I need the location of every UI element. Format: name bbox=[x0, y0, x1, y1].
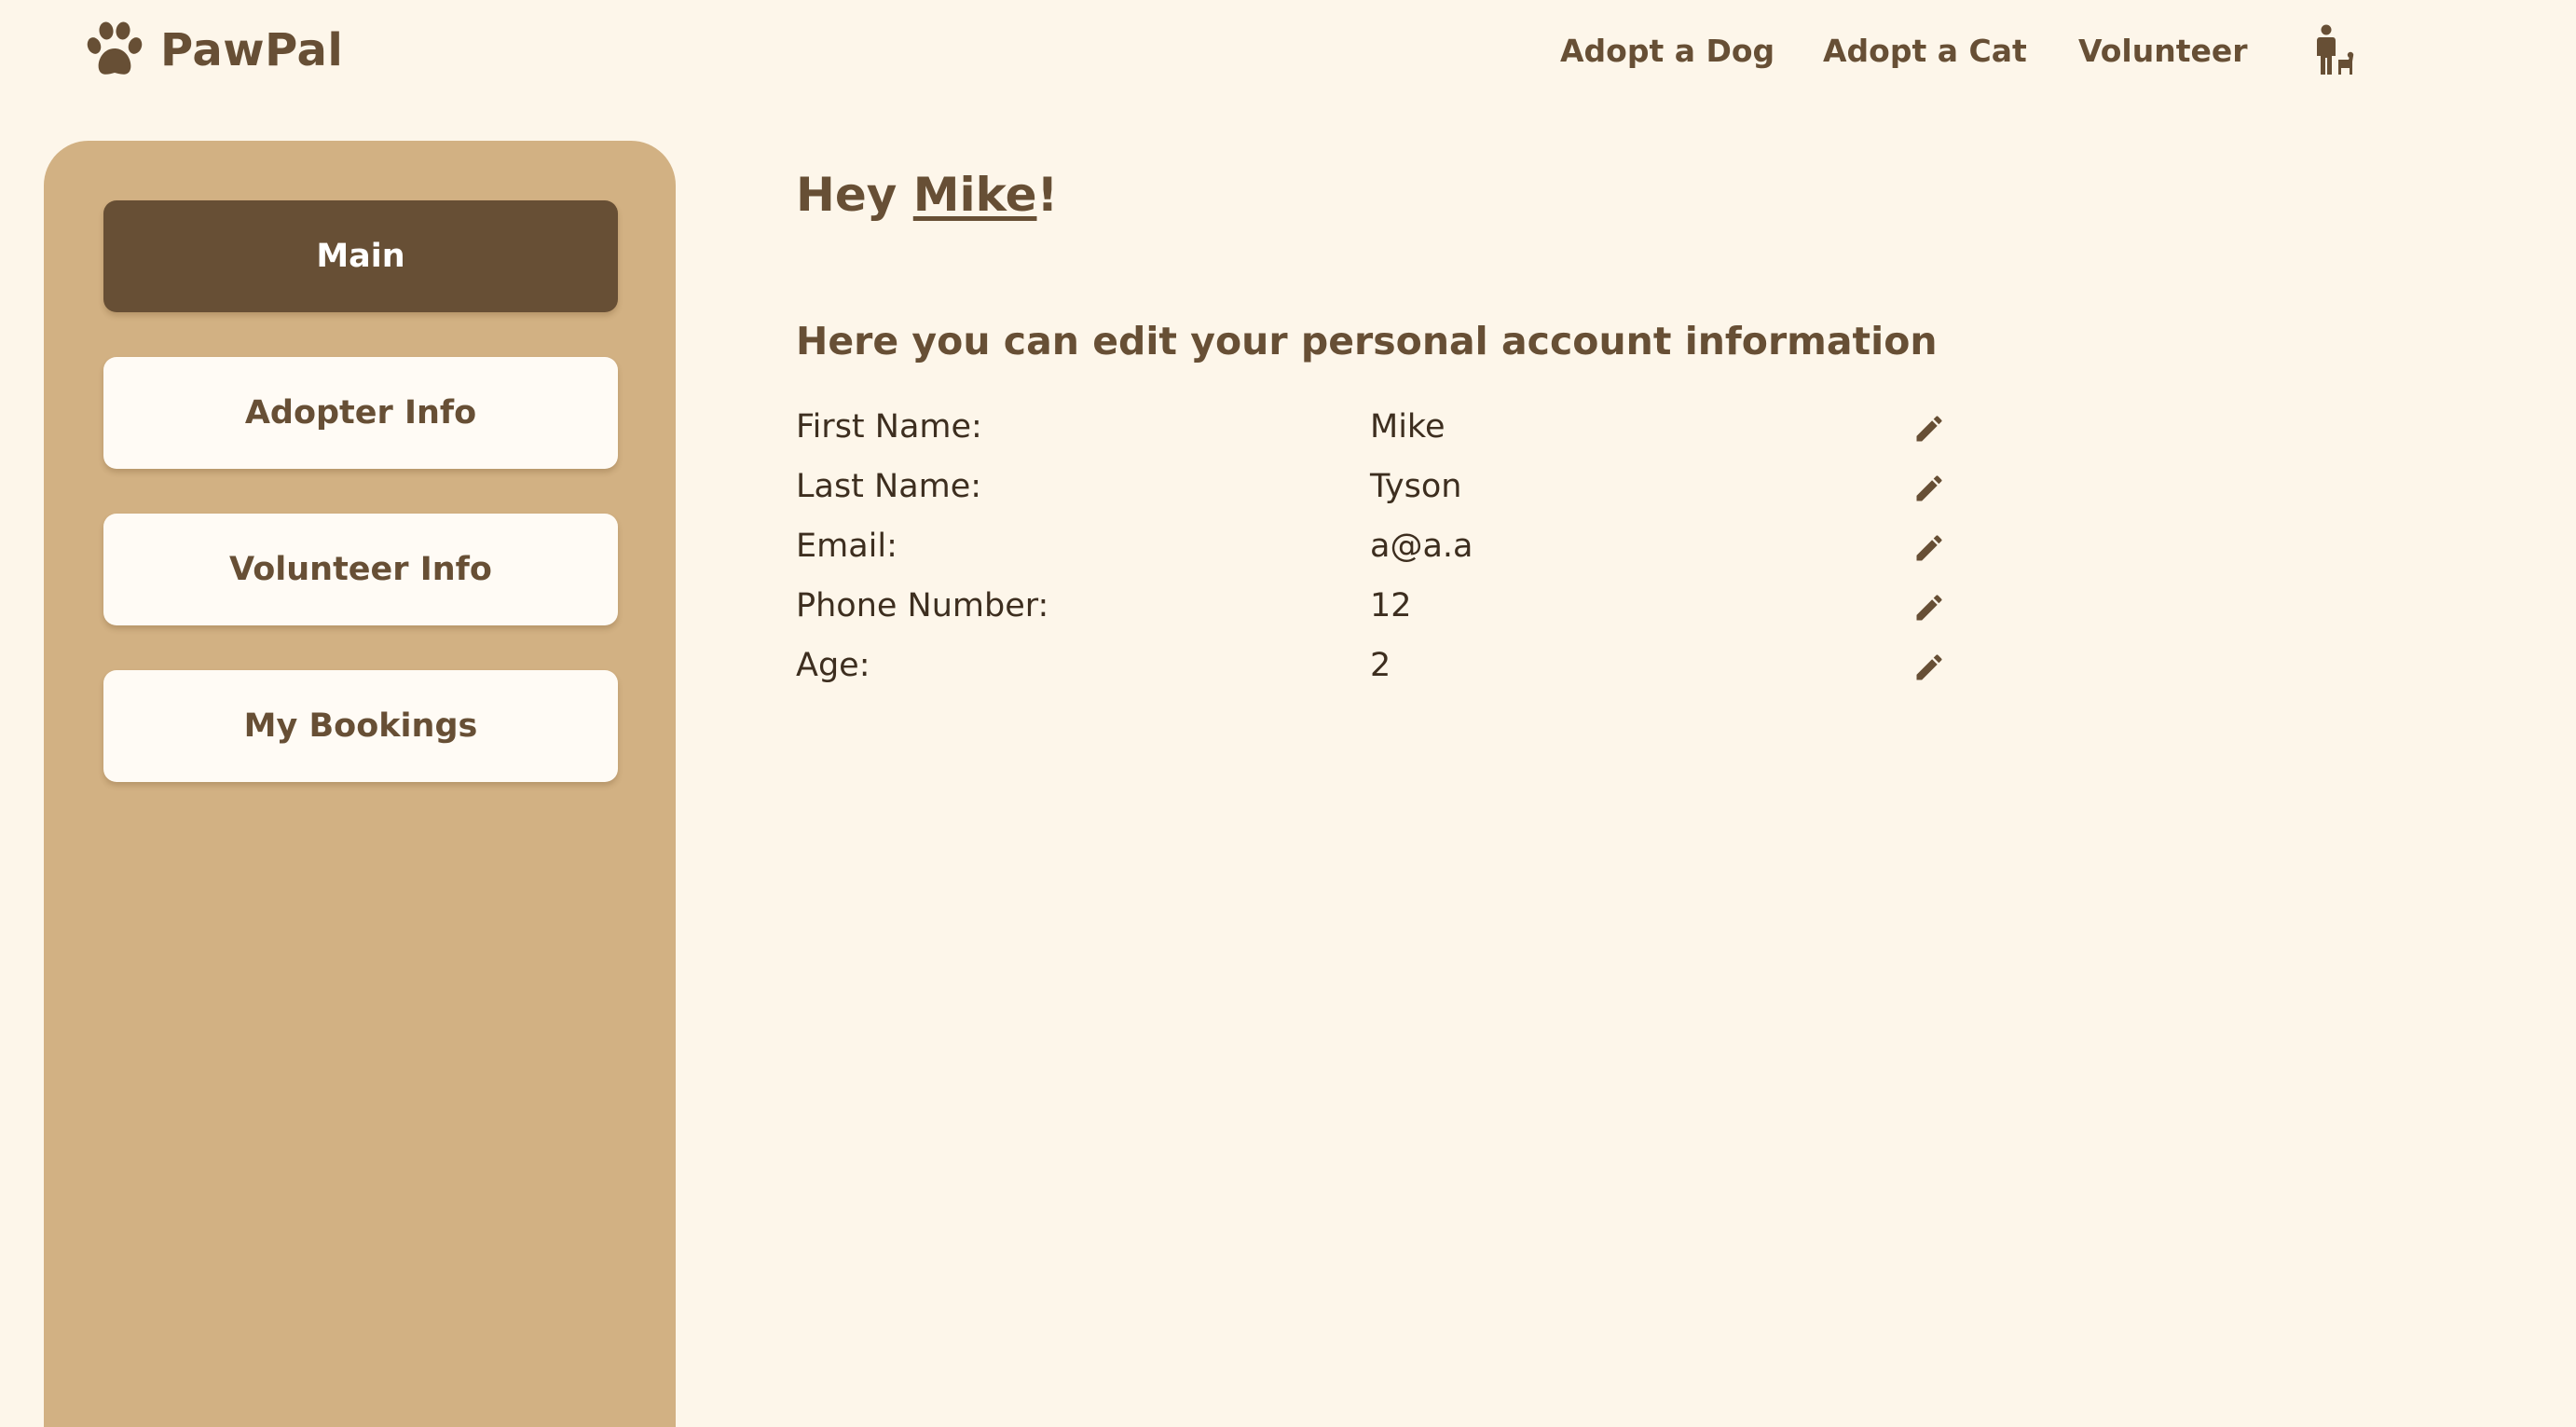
field-label: First Name: bbox=[796, 408, 982, 446]
user-name-link[interactable]: Mike bbox=[913, 168, 1037, 222]
brand-name: PawPal bbox=[160, 24, 344, 76]
field-row-age: Age: 2 bbox=[796, 641, 1952, 697]
sidebar-item-label: My Bookings bbox=[243, 707, 478, 745]
greeting-suffix: ! bbox=[1036, 168, 1059, 222]
pencil-icon[interactable] bbox=[1912, 531, 1946, 565]
field-value: Mike bbox=[1370, 408, 1446, 446]
field-row-first-name: First Name: Mike bbox=[796, 403, 1952, 459]
field-value: 12 bbox=[1370, 587, 1412, 624]
sidebar-item-label: Main bbox=[316, 238, 405, 275]
field-value: a@a.a bbox=[1370, 528, 1473, 565]
site-header: PawPal Adopt a Dog Adopt a Cat Volunteer bbox=[0, 0, 2576, 103]
nav-adopt-dog[interactable]: Adopt a Dog bbox=[1560, 28, 1774, 75]
pencil-icon[interactable] bbox=[1912, 651, 1946, 684]
sidebar-item-adopter-info[interactable]: Adopter Info bbox=[103, 357, 618, 469]
field-value: Tyson bbox=[1370, 468, 1462, 505]
brand-logo[interactable]: PawPal bbox=[86, 21, 343, 80]
top-nav: Adopt a Dog Adopt a Cat Volunteer bbox=[1551, 0, 2576, 103]
section-subheading: Here you can edit your personal account … bbox=[796, 319, 1938, 364]
field-row-phone-number: Phone Number: 12 bbox=[796, 582, 1952, 638]
person-with-dog-icon[interactable] bbox=[2313, 24, 2354, 76]
sidebar-item-label: Adopter Info bbox=[244, 394, 477, 432]
field-label: Phone Number: bbox=[796, 587, 1049, 624]
field-row-email: Email: a@a.a bbox=[796, 522, 1952, 578]
page-greeting: Hey Mike! bbox=[796, 168, 1058, 222]
nav-adopt-cat[interactable]: Adopt a Cat bbox=[1823, 28, 2027, 75]
nav-volunteer[interactable]: Volunteer bbox=[2078, 28, 2248, 75]
paw-icon bbox=[87, 21, 143, 75]
sidebar-item-main[interactable]: Main bbox=[103, 200, 618, 312]
field-label: Last Name: bbox=[796, 468, 982, 505]
field-row-last-name: Last Name: Tyson bbox=[796, 462, 1952, 518]
sidebar-item-label: Volunteer Info bbox=[229, 551, 492, 588]
field-label: Email: bbox=[796, 528, 897, 565]
sidebar-item-volunteer-info[interactable]: Volunteer Info bbox=[103, 514, 618, 625]
field-label: Age: bbox=[796, 647, 870, 684]
pencil-icon[interactable] bbox=[1912, 591, 1946, 624]
greeting-prefix: Hey bbox=[796, 168, 913, 222]
account-sidebar: Main Adopter Info Volunteer Info My Book… bbox=[44, 141, 676, 1427]
sidebar-item-my-bookings[interactable]: My Bookings bbox=[103, 670, 618, 782]
field-value: 2 bbox=[1370, 647, 1391, 684]
pencil-icon[interactable] bbox=[1912, 412, 1946, 446]
pencil-icon[interactable] bbox=[1912, 472, 1946, 505]
